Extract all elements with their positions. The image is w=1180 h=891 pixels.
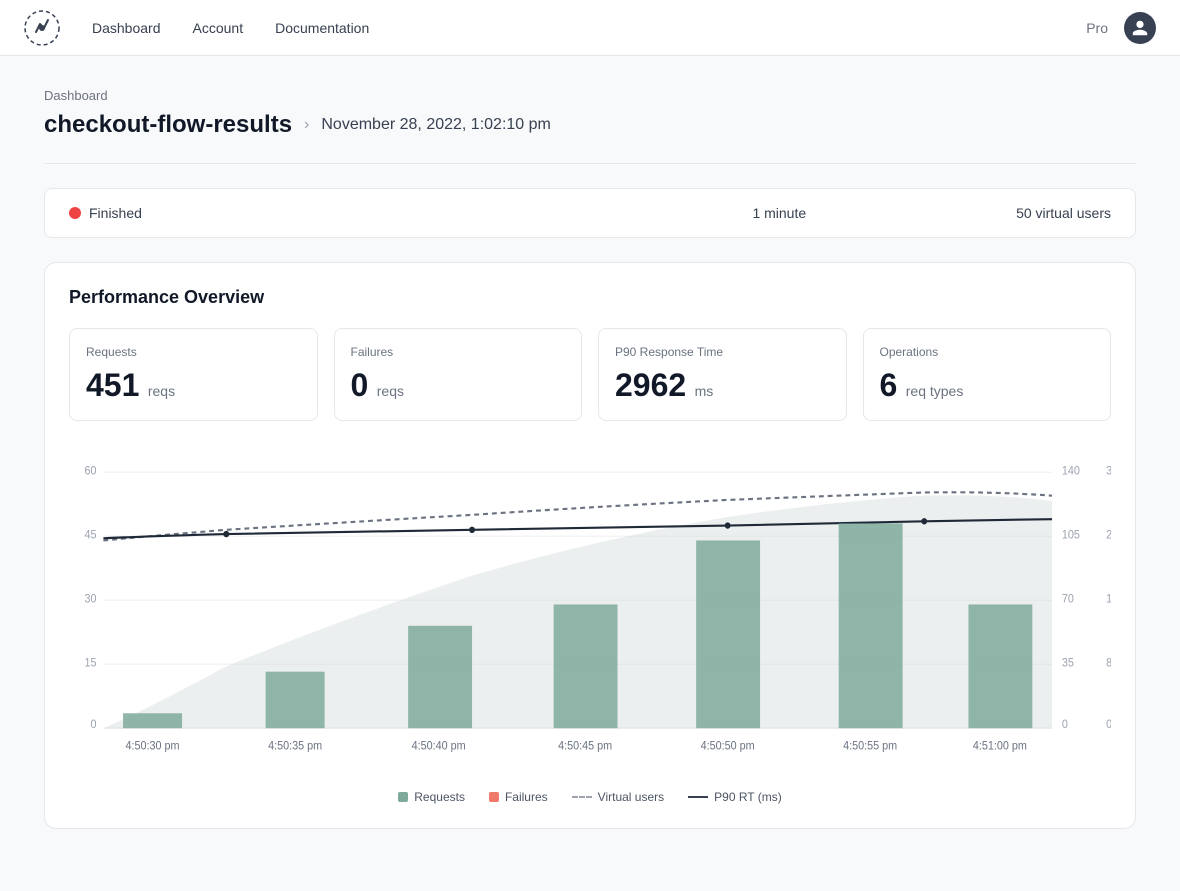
main-content: Dashboard checkout-flow-results › Novemb… bbox=[20, 56, 1160, 885]
metric-p90-value: 2962 bbox=[615, 367, 686, 403]
metric-requests-label: Requests bbox=[86, 345, 301, 359]
nav-documentation[interactable]: Documentation bbox=[275, 16, 369, 40]
status-label: Finished bbox=[89, 205, 142, 221]
pro-badge: Pro bbox=[1086, 20, 1108, 36]
svg-text:800: 800 bbox=[1106, 657, 1111, 669]
chevron-icon: › bbox=[304, 116, 309, 134]
svg-text:0: 0 bbox=[91, 719, 97, 731]
svg-text:4:50:30 pm: 4:50:30 pm bbox=[126, 740, 180, 752]
status-badge: Finished bbox=[69, 205, 543, 221]
svg-text:35: 35 bbox=[1062, 657, 1074, 669]
chart-container: 60 45 30 15 0 140 105 70 35 0 3200 2400 … bbox=[69, 453, 1111, 804]
status-users: 50 virtual users bbox=[1016, 205, 1111, 221]
metric-requests-value: 451 bbox=[86, 367, 139, 403]
perf-title: Performance Overview bbox=[69, 287, 1111, 308]
legend-p90-icon bbox=[688, 796, 708, 798]
svg-text:4:50:45 pm: 4:50:45 pm bbox=[558, 740, 612, 752]
metric-requests-unit: reqs bbox=[148, 383, 175, 399]
metric-p90: P90 Response Time 2962 ms bbox=[598, 328, 847, 421]
svg-text:0: 0 bbox=[1106, 719, 1111, 731]
chart-legend: Requests Failures Virtual users P90 RT (… bbox=[69, 790, 1111, 804]
svg-text:3200: 3200 bbox=[1106, 465, 1111, 477]
svg-text:15: 15 bbox=[85, 657, 97, 669]
nav-account[interactable]: Account bbox=[193, 16, 244, 40]
metric-failures-label: Failures bbox=[351, 345, 566, 359]
svg-text:60: 60 bbox=[85, 465, 97, 477]
legend-failures-label: Failures bbox=[505, 790, 548, 804]
legend-failures-icon bbox=[489, 792, 499, 802]
metric-operations: Operations 6 req types bbox=[863, 328, 1112, 421]
metric-p90-unit: ms bbox=[695, 383, 714, 399]
svg-text:140: 140 bbox=[1062, 465, 1080, 477]
logo[interactable] bbox=[24, 10, 60, 46]
nav-dashboard[interactable]: Dashboard bbox=[92, 16, 161, 40]
legend-p90: P90 RT (ms) bbox=[688, 790, 782, 804]
metric-failures-unit: reqs bbox=[377, 383, 404, 399]
page-header: checkout-flow-results › November 28, 202… bbox=[44, 111, 1136, 139]
svg-text:1600: 1600 bbox=[1106, 593, 1111, 605]
metric-operations-value: 6 bbox=[880, 367, 898, 403]
page-subtitle: November 28, 2022, 1:02:10 pm bbox=[321, 116, 550, 134]
svg-text:2400: 2400 bbox=[1106, 529, 1111, 541]
user-avatar[interactable] bbox=[1124, 12, 1156, 44]
legend-requests-icon bbox=[398, 792, 408, 802]
svg-text:4:50:35 pm: 4:50:35 pm bbox=[268, 740, 322, 752]
svg-text:30: 30 bbox=[85, 593, 97, 605]
legend-virtual-users-icon bbox=[572, 796, 592, 798]
svg-text:4:51:00 pm: 4:51:00 pm bbox=[973, 740, 1027, 752]
svg-text:0: 0 bbox=[1062, 719, 1068, 731]
metric-failures-value: 0 bbox=[351, 367, 369, 403]
metric-requests: Requests 451 reqs bbox=[69, 328, 318, 421]
legend-virtual-users: Virtual users bbox=[572, 790, 664, 804]
chart-svg: 60 45 30 15 0 140 105 70 35 0 3200 2400 … bbox=[69, 453, 1111, 773]
legend-requests-label: Requests bbox=[414, 790, 465, 804]
svg-text:105: 105 bbox=[1062, 529, 1080, 541]
legend-p90-label: P90 RT (ms) bbox=[714, 790, 782, 804]
legend-requests: Requests bbox=[398, 790, 465, 804]
nav-links: Dashboard Account Documentation bbox=[92, 16, 1086, 40]
metric-failures: Failures 0 reqs bbox=[334, 328, 583, 421]
page-title: checkout-flow-results bbox=[44, 111, 292, 139]
metric-operations-unit: req types bbox=[906, 383, 964, 399]
status-duration: 1 minute bbox=[543, 205, 1017, 221]
metric-p90-label: P90 Response Time bbox=[615, 345, 830, 359]
metric-operations-label: Operations bbox=[880, 345, 1095, 359]
svg-text:4:50:40 pm: 4:50:40 pm bbox=[412, 740, 466, 752]
navbar: Dashboard Account Documentation Pro bbox=[0, 0, 1180, 56]
legend-virtual-users-label: Virtual users bbox=[598, 790, 664, 804]
svg-text:4:50:50 pm: 4:50:50 pm bbox=[701, 740, 755, 752]
breadcrumb: Dashboard bbox=[44, 88, 1136, 103]
svg-text:45: 45 bbox=[85, 529, 97, 541]
svg-text:4:50:55 pm: 4:50:55 pm bbox=[843, 740, 897, 752]
metrics-grid: Requests 451 reqs Failures 0 reqs P90 Re… bbox=[69, 328, 1111, 421]
status-dot bbox=[69, 207, 81, 219]
performance-overview-card: Performance Overview Requests 451 reqs F… bbox=[44, 262, 1136, 829]
header-divider bbox=[44, 163, 1136, 164]
status-bar: Finished 1 minute 50 virtual users bbox=[44, 188, 1136, 238]
nav-right: Pro bbox=[1086, 12, 1156, 44]
svg-text:70: 70 bbox=[1062, 593, 1074, 605]
legend-failures: Failures bbox=[489, 790, 548, 804]
